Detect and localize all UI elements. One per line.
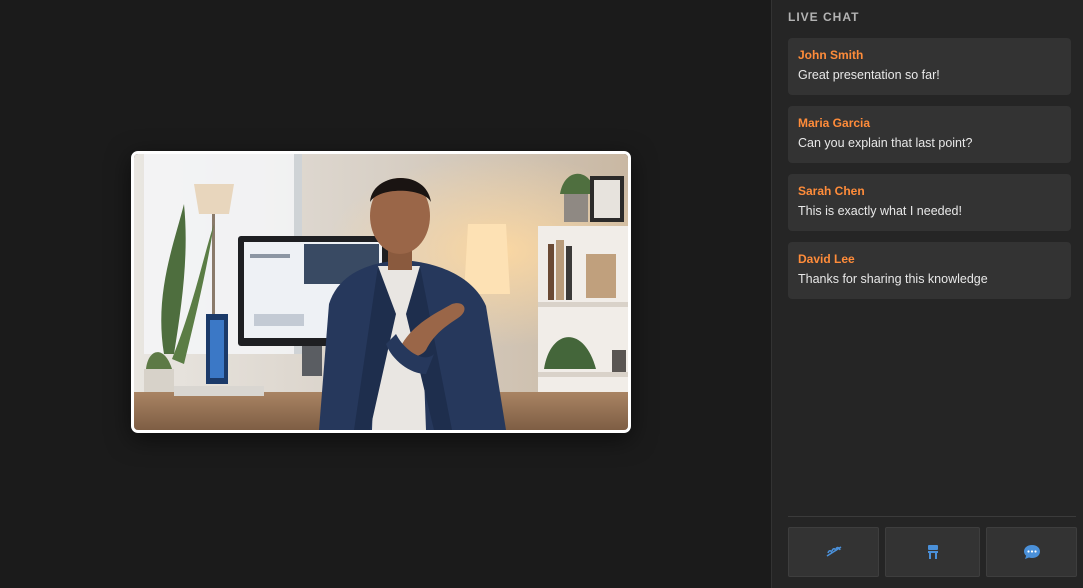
chat-button[interactable]: [986, 527, 1077, 577]
seat-icon: [925, 543, 941, 561]
chat-message-list: John Smith Great presentation so far! Ma…: [788, 38, 1071, 310]
chat-text: This is exactly what I needed!: [798, 204, 962, 218]
chat-author: Maria Garcia: [798, 116, 871, 130]
chat-author: Sarah Chen: [798, 184, 865, 198]
microphone-muted-icon: [824, 544, 844, 560]
chat-title: LIVE CHAT: [788, 10, 860, 24]
chat-author: John Smith: [798, 48, 864, 62]
control-bar: [788, 527, 1077, 577]
chat-message: David Lee Thanks for sharing this knowle…: [788, 242, 1071, 299]
chat-text: Great presentation so far!: [798, 68, 940, 82]
live-chat-panel: LIVE CHAT John Smith Great presentation …: [771, 0, 1083, 588]
chat-message: John Smith Great presentation so far!: [788, 38, 1071, 95]
video-player[interactable]: [131, 151, 631, 433]
chat-message: Maria Garcia Can you explain that last p…: [788, 106, 1071, 163]
seat-button[interactable]: [885, 527, 980, 577]
chat-text: Thanks for sharing this knowledge: [798, 272, 988, 286]
chat-message: Sarah Chen This is exactly what I needed…: [788, 174, 1071, 231]
controls-divider: [788, 516, 1076, 517]
video-stage: [0, 0, 771, 588]
chat-bubble-icon: [1022, 543, 1042, 561]
video-feed: [134, 154, 628, 430]
chat-author: David Lee: [798, 252, 855, 266]
chat-text: Can you explain that last point?: [798, 136, 973, 150]
mute-button[interactable]: [788, 527, 879, 577]
app-window: LIVE CHAT John Smith Great presentation …: [0, 0, 1083, 588]
